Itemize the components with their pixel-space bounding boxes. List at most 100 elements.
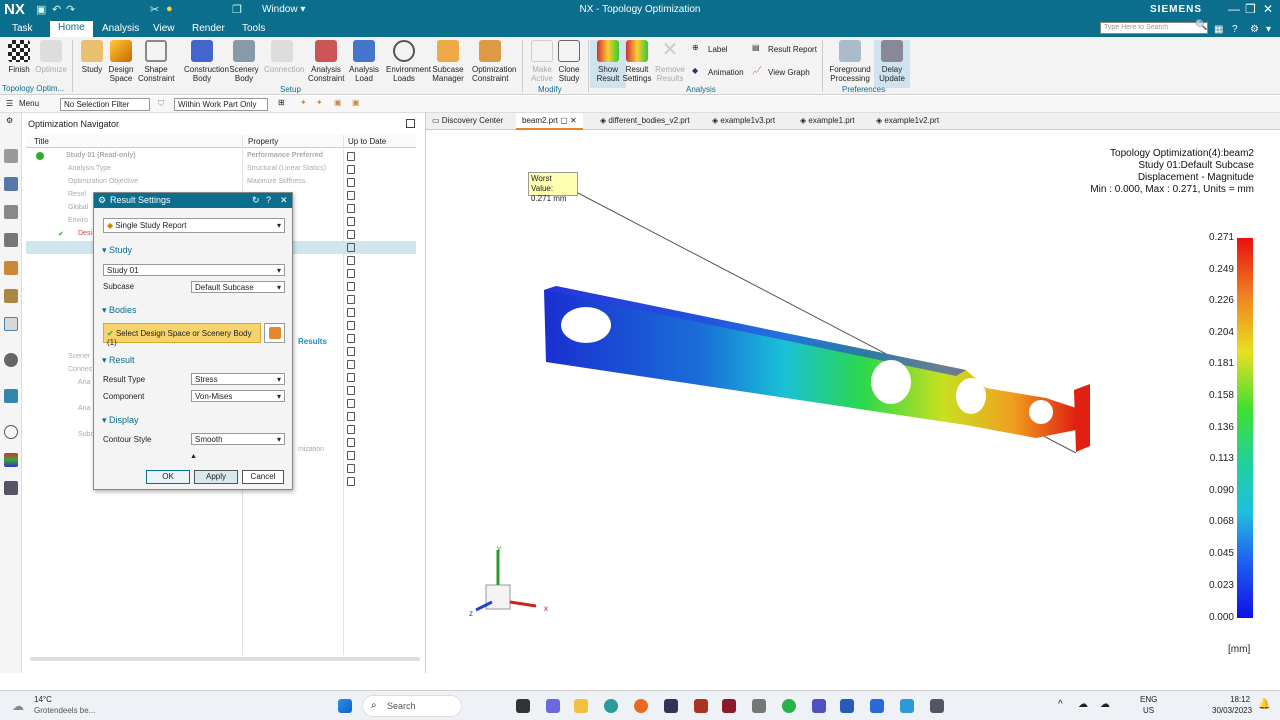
tab-tools[interactable]: Tools bbox=[234, 22, 273, 35]
analysis-constraint-button[interactable]: Analysis Constraint bbox=[308, 40, 344, 83]
roles-icon[interactable] bbox=[4, 289, 18, 303]
cancel-button[interactable]: Cancel bbox=[242, 470, 284, 484]
filter-icon[interactable]: ⛉ bbox=[158, 99, 164, 109]
component-select[interactable]: Von-Mises ▾ bbox=[191, 390, 285, 402]
web-browser-icon[interactable] bbox=[4, 389, 18, 403]
nx-taskbar-icon[interactable] bbox=[722, 699, 736, 713]
label-button[interactable]: Label bbox=[708, 45, 728, 54]
assembly-navigator-icon[interactable] bbox=[4, 177, 18, 191]
snap-icon[interactable]: ⊞ bbox=[278, 98, 285, 107]
select-all-icon[interactable]: ✦ bbox=[316, 98, 323, 107]
reset-icon[interactable]: ↻ bbox=[252, 195, 260, 206]
gear-icon[interactable]: ⚙ bbox=[6, 116, 13, 125]
history-icon[interactable] bbox=[4, 353, 18, 367]
app-icon[interactable] bbox=[694, 699, 708, 713]
tree-row[interactable]: Analysis Type Structural (Linear Statics) bbox=[22, 163, 416, 176]
scope-select[interactable]: Within Work Part Only bbox=[174, 98, 268, 111]
cloud-icon[interactable]: ☁ bbox=[1100, 699, 1110, 710]
firefox-icon[interactable] bbox=[634, 699, 648, 713]
results-link[interactable]: Results bbox=[298, 337, 327, 346]
foreground-processing-button[interactable]: Foreground Processing bbox=[828, 40, 872, 83]
chat-icon[interactable] bbox=[546, 699, 560, 713]
select-icon[interactable]: ✦ bbox=[300, 98, 307, 107]
search-icon[interactable]: 🔍 bbox=[1195, 20, 1207, 31]
clock-icon[interactable] bbox=[4, 425, 18, 439]
tab-analysis[interactable]: Analysis bbox=[94, 22, 147, 35]
minimize-icon[interactable]: — bbox=[1228, 2, 1240, 16]
tab-discovery-center[interactable]: ▭ Discovery Center bbox=[432, 116, 503, 125]
clock-time[interactable]: 18:12 bbox=[1230, 695, 1250, 704]
whatsapp-icon[interactable] bbox=[782, 699, 796, 713]
col-up-to-date[interactable]: Up to Date bbox=[348, 137, 386, 146]
selection-filter-select[interactable]: No Selection Filter bbox=[60, 98, 150, 111]
result-type-select[interactable]: Stress ▾ bbox=[191, 373, 285, 385]
optimization-constraint-button[interactable]: Optimization Constraint bbox=[472, 40, 516, 83]
col-title[interactable]: Title bbox=[34, 137, 49, 146]
ok-button[interactable]: OK bbox=[146, 470, 190, 484]
region[interactable]: US bbox=[1143, 706, 1154, 715]
display-section[interactable]: ▾ Display bbox=[102, 415, 139, 426]
scenery-body-button[interactable]: Scenery Body bbox=[226, 40, 262, 83]
language[interactable]: ENG bbox=[1140, 695, 1157, 704]
process-studio-icon[interactable] bbox=[4, 481, 18, 495]
explorer-icon[interactable] bbox=[574, 699, 588, 713]
col-property[interactable]: Property bbox=[248, 137, 278, 146]
constraint-navigator-icon[interactable] bbox=[4, 205, 18, 219]
tab-home[interactable]: Home bbox=[50, 21, 93, 37]
tab-beam2[interactable]: beam2.prt ▢ ✕ bbox=[516, 113, 583, 130]
subcase-manager-button[interactable]: Subcase Manager bbox=[430, 40, 466, 83]
settings-icon[interactable]: ⚙ bbox=[1250, 24, 1259, 35]
tab-example1v2[interactable]: ◈ example1v2.prt bbox=[876, 116, 939, 125]
bodies-section[interactable]: ▾ Bodies bbox=[102, 305, 137, 316]
result-section[interactable]: ▾ Result bbox=[102, 355, 135, 366]
part-navigator-icon[interactable] bbox=[4, 149, 18, 163]
report-type-select[interactable]: ◆ Single Study Report ▾ bbox=[103, 218, 285, 233]
notification-icon[interactable]: 🔔 bbox=[1258, 699, 1270, 710]
expand-icon[interactable]: ▾ bbox=[1266, 24, 1271, 35]
help-icon[interactable]: ? bbox=[1232, 24, 1238, 35]
graphics-viewport[interactable]: Topology Optimization(4):beam2 Study 01:… bbox=[426, 130, 1280, 673]
reuse-library-icon[interactable] bbox=[4, 233, 18, 247]
close-icon[interactable]: ✕ bbox=[280, 195, 288, 206]
task-view-icon[interactable] bbox=[516, 699, 530, 713]
select-body-field[interactable]: ✔ Select Design Space or Scenery Body (1… bbox=[103, 323, 261, 347]
menu-icon[interactable]: ☰ bbox=[6, 99, 13, 108]
result-report-button[interactable]: Result Report bbox=[768, 45, 817, 54]
topology-optim-group[interactable]: Topology Optim... bbox=[2, 84, 64, 93]
palette-icon[interactable] bbox=[4, 453, 18, 467]
start-icon[interactable] bbox=[338, 699, 352, 713]
menu-button[interactable]: Menu bbox=[19, 99, 39, 108]
select-body-button[interactable] bbox=[264, 323, 285, 343]
weather-icon[interactable]: ☁ bbox=[12, 699, 24, 713]
design-space-button[interactable]: Design Space bbox=[103, 40, 139, 83]
animation-button[interactable]: Animation bbox=[708, 68, 744, 77]
network-icon[interactable]: ☁ bbox=[1078, 699, 1088, 710]
tab-task[interactable]: Task bbox=[4, 22, 41, 35]
connection-button[interactable]: Connection bbox=[264, 40, 304, 74]
tab-example1v3[interactable]: ◈ example1v3.prt bbox=[712, 116, 775, 125]
collapse-icon[interactable]: ▲ bbox=[190, 453, 197, 460]
hd3d-icon[interactable] bbox=[4, 261, 18, 275]
feature-icon[interactable]: ▣ bbox=[334, 98, 342, 107]
construction-body-button[interactable]: Construction Body bbox=[184, 40, 229, 83]
environment-loads-button[interactable]: Environment Loads bbox=[386, 40, 431, 83]
shape-constraint-button[interactable]: Shape Constraint bbox=[138, 40, 174, 83]
study-select[interactable]: Study 01 ▾ bbox=[103, 264, 285, 276]
app-icon[interactable] bbox=[930, 699, 944, 713]
chevron-up-icon[interactable]: ^ bbox=[1058, 699, 1063, 710]
result-settings-button[interactable]: Result Settings bbox=[619, 40, 655, 83]
toolbar-icon[interactable]: ▦ bbox=[1214, 24, 1223, 35]
tab-view[interactable]: View bbox=[145, 22, 183, 35]
teams-icon[interactable] bbox=[812, 699, 826, 713]
app-icon[interactable] bbox=[752, 699, 766, 713]
clock-date[interactable]: 30/03/2023 bbox=[1212, 706, 1252, 715]
horizontal-scrollbar[interactable] bbox=[30, 657, 420, 661]
restore-icon[interactable]: ❐ bbox=[1245, 2, 1256, 16]
tree-row[interactable]: Optimization Objective Maximize Stiffness bbox=[22, 176, 416, 189]
store-icon[interactable] bbox=[664, 699, 678, 713]
maximize-icon[interactable] bbox=[406, 119, 415, 128]
remove-results-button[interactable]: ✕ Remove Results bbox=[652, 40, 688, 83]
help-icon[interactable]: ? bbox=[266, 195, 271, 205]
tab-different-bodies[interactable]: ◈ different_bodies_v2.prt bbox=[600, 116, 690, 125]
taskbar-search[interactable]: ⌕ Search bbox=[362, 695, 462, 717]
